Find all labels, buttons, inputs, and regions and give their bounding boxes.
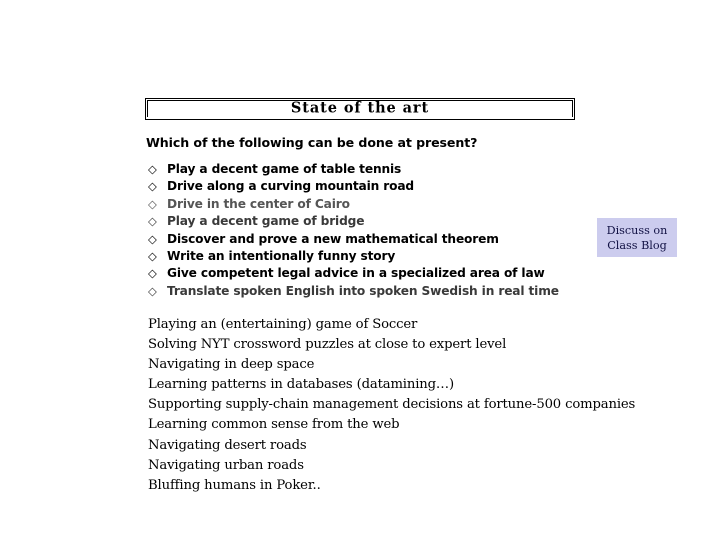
diamond-bullet-icon: ◇ <box>148 283 157 298</box>
diamond-bullet-icon: ◇ <box>148 231 157 246</box>
notes-line: Solving NYT crossword puzzles at close t… <box>148 337 507 353</box>
list-item-label: Drive in the center of Cairo <box>167 196 350 211</box>
diamond-bullet-icon: ◇ <box>148 179 157 194</box>
notes-line: Navigating in deep space <box>148 357 315 373</box>
slide-title-box-inner-frame: State of the art <box>147 100 573 117</box>
list-item-label: Drive along a curving mountain road <box>167 179 414 194</box>
slide-title-box: State of the art <box>145 98 575 120</box>
list-item-label: Play a decent game of table tennis <box>167 162 402 176</box>
notes-line: Learning patterns in databases (datamini… <box>148 377 454 393</box>
list-item-label: Give competent legal advice in a special… <box>167 266 545 281</box>
list-item: ◇ Drive in the center of Cairo <box>148 198 578 215</box>
list-item-label: Translate spoken English into spoken Swe… <box>167 283 559 298</box>
notes-line: Learning common sense from the web <box>148 417 400 433</box>
slide-canvas: State of the art Which of the following … <box>0 0 720 540</box>
list-item: ◇ Discover and prove a new mathematical … <box>148 231 578 250</box>
list-item: ◇ Translate spoken English into spoken S… <box>148 285 578 302</box>
list-item: ◇ Write an intentionally funny story <box>148 250 578 267</box>
notes-line: Playing an (entertaining) game of Soccer <box>148 317 418 332</box>
list-item: ◇ Play a decent game of table tennis <box>148 163 578 180</box>
list-item-label: Play a decent game of bridge <box>167 214 365 229</box>
page-title: State of the art <box>290 99 430 117</box>
diamond-bullet-icon: ◇ <box>148 196 157 211</box>
list-item: ◇ Give competent legal advice in a speci… <box>148 267 578 284</box>
discuss-on-class-blog-button[interactable]: Discuss on Class Blog <box>597 218 677 257</box>
notes-line: Supporting supply-chain management decis… <box>148 397 636 413</box>
notes-line: Bluffing humans in Poker.. <box>148 477 321 493</box>
diamond-bullet-icon: ◇ <box>148 248 157 263</box>
diamond-bullet-icon: ◇ <box>148 214 157 229</box>
notes-line: Navigating urban roads <box>148 457 304 473</box>
question-heading: Which of the following can be done at pr… <box>146 135 478 150</box>
notes-list: Playing an (entertaining) game of Soccer… <box>148 315 648 496</box>
diamond-bullet-icon: ◇ <box>148 266 157 281</box>
list-item-label: Write an intentionally funny story <box>167 248 396 263</box>
list-item: ◇ Play a decent game of bridge <box>148 215 578 232</box>
notes-line: Navigating desert roads <box>148 437 307 453</box>
discuss-label-line2: Class Blog <box>607 238 667 252</box>
list-item-label: Discover and prove a new mathematical th… <box>167 231 499 246</box>
list-item: ◇ Drive along a curving mountain road <box>148 180 578 197</box>
capability-list: ◇ Play a decent game of table tennis ◇ D… <box>148 163 578 302</box>
discuss-label-line1: Discuss on <box>606 223 668 237</box>
diamond-bullet-icon: ◇ <box>148 162 157 176</box>
